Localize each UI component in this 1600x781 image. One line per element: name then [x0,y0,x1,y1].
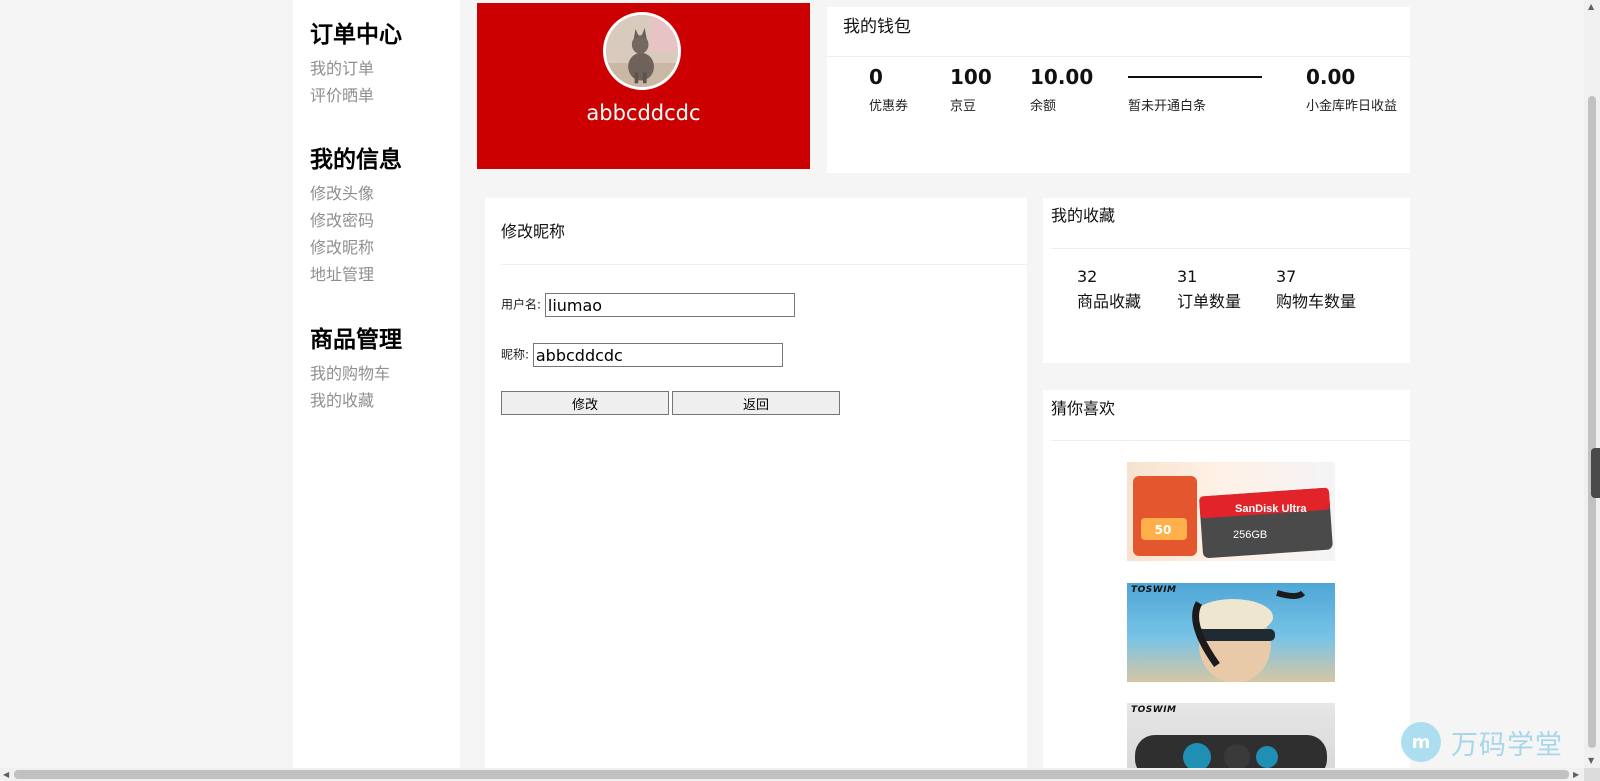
wallet-panel: 我的钱包 0 优惠券 100 京豆 10.00 余额 暂未开通白条 0.00 小… [827,7,1410,173]
nickname-input[interactable] [532,343,783,367]
product-image-earbuds[interactable]: TOSWIM [1127,703,1335,768]
profile-card: abbcddcdc [477,3,810,169]
vertical-scrollbar[interactable]: ▲ ▼ [1584,0,1600,768]
edit-nickname-panel: 修改昵称 [485,198,1027,768]
username-row: 用户名: [501,293,795,317]
fav-stat-products[interactable]: 32 商品收藏 [1077,266,1141,316]
back-button[interactable]: 返回 [672,391,840,415]
scrollbar-corner [1584,768,1600,781]
fav-stat-cart[interactable]: 37 购物车数量 [1276,266,1356,316]
recommend-panel: 猜你喜欢 50 SanDisk Ultra 256GB TOSWIM TOSWI… [1043,390,1410,768]
sidebar-item-change-nickname[interactable]: 修改昵称 [310,234,402,261]
nav-group-orders: 订单中心 我的订单 评价晒单 [310,19,402,109]
placeholder-dash [1128,75,1262,78]
sidebar-item-address[interactable]: 地址管理 [310,261,402,288]
wallet-stat-balance[interactable]: 10.00 余额 [1030,63,1093,114]
profile-nickname: abbcddcdc [586,101,701,125]
wallet-stat-value: 0.00 [1306,65,1356,89]
sd-card-icon: 50 SanDisk Ultra 256GB [1133,476,1333,559]
fav-stat-value: 37 [1276,267,1297,286]
sidebar: 订单中心 我的订单 评价晒单 我的信息 修改头像 修改密码 修改昵称 地址管理 … [293,0,460,768]
sidebar-item-change-avatar[interactable]: 修改头像 [310,180,402,207]
fav-stat-label: 订单数量 [1177,292,1242,311]
wallet-stat-vault-yield[interactable]: 0.00 小金库昨日收益 [1306,63,1397,114]
wallet-stat-value: 10.00 [1030,65,1094,89]
wallet-stat-label: 优惠券 [869,99,909,114]
username-input[interactable] [544,293,795,317]
side-drawer-handle[interactable] [1591,448,1600,498]
nickname-label: 昵称: [501,347,530,362]
wanma-logo-icon: m [1401,722,1441,762]
fav-stat-label: 商品收藏 [1077,292,1142,311]
wallet-stat-value [1128,63,1262,91]
wallet-stat-baitiao[interactable]: 暂未开通白条 [1128,63,1262,114]
wallet-stat-label: 小金库昨日收益 [1306,99,1398,114]
wallet-stat-value: 0 [869,65,883,89]
nav-group-my-info: 我的信息 修改头像 修改密码 修改昵称 地址管理 [310,144,402,288]
product-image-snorkel[interactable]: TOSWIM [1127,583,1335,682]
sidebar-item-favorites[interactable]: 我的收藏 [310,387,402,414]
brand-label: TOSWIM [1131,585,1177,595]
fav-stat-value: 31 [1177,267,1198,286]
watermark-text: 万码学堂 [1451,729,1563,761]
wallet-stat-label: 余额 [1030,99,1057,114]
recommend-title: 猜你喜欢 [1051,390,1410,441]
avatar[interactable] [603,12,681,90]
capacity-label: 256GB [1233,529,1267,541]
scroll-left-icon[interactable]: ◀ [3,770,9,779]
wallet-stat-label: 京豆 [950,99,977,114]
username-label: 用户名: [501,297,542,312]
horizontal-scroll-thumb[interactable] [14,770,1569,779]
snorkel-swimmer-icon [1192,590,1306,682]
wallet-stat-label: 暂未开通白条 [1128,99,1207,114]
wallet-title: 我的钱包 [827,7,1410,57]
sidebar-item-change-password[interactable]: 修改密码 [310,207,402,234]
product-image-sd-card[interactable]: 50 SanDisk Ultra 256GB [1127,462,1335,561]
sidebar-item-cart[interactable]: 我的购物车 [310,360,402,387]
scroll-right-icon[interactable]: ▶ [1573,770,1579,779]
sidebar-item-my-orders[interactable]: 我的订单 [310,55,402,82]
wallet-stat-jd-beans[interactable]: 100 京豆 [950,63,992,114]
nav-group-products: 商品管理 我的购物车 我的收藏 [310,324,402,414]
fav-stat-orders[interactable]: 31 订单数量 [1177,266,1241,316]
sidebar-item-reviews[interactable]: 评价晒单 [310,82,402,109]
brand-label: TOSWIM [1131,705,1177,715]
cat-photo-icon [606,15,678,87]
scroll-up-icon[interactable]: ▲ [1588,2,1594,11]
fav-stat-value: 32 [1077,267,1098,286]
nav-group-title: 订单中心 [310,22,402,48]
edit-panel-title: 修改昵称 [501,198,1027,265]
vertical-scroll-thumb[interactable] [1588,96,1596,748]
wallet-stat-coupons[interactable]: 0 优惠券 [869,63,908,114]
nav-group-title: 商品管理 [310,327,402,353]
fav-stat-label: 购物车数量 [1276,292,1357,311]
horizontal-scrollbar[interactable]: ◀ ▶ [0,768,1584,781]
watermark: m 万码学堂 [1401,720,1563,764]
promo-badge: 50 [1155,523,1172,537]
favorites-title: 我的收藏 [1051,198,1410,249]
brand-label: SanDisk Ultra [1235,503,1307,515]
wallet-stat-value: 100 [950,65,992,89]
nickname-row: 昵称: [501,343,783,367]
scroll-down-icon[interactable]: ▼ [1588,756,1594,765]
submit-button[interactable]: 修改 [501,391,669,415]
nav-group-title: 我的信息 [310,147,402,173]
